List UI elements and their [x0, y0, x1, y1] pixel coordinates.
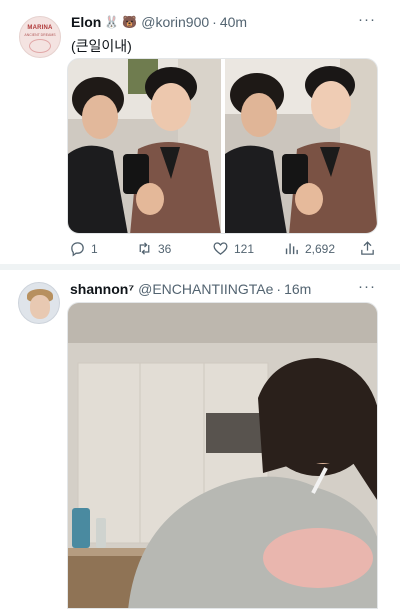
- views-count: 2,692: [305, 241, 336, 256]
- retweet-button[interactable]: 36: [136, 240, 171, 257]
- avatar[interactable]: MARINA ANCIENT DREAMS: [19, 16, 61, 58]
- bear-emoji: 🐻: [122, 15, 138, 29]
- retweet-count: 36: [158, 241, 172, 256]
- display-name[interactable]: Elon: [71, 14, 101, 30]
- timestamp[interactable]: 16m: [284, 281, 311, 297]
- reply-count: 1: [91, 241, 98, 256]
- share-icon: [361, 241, 374, 255]
- separator-dot: ·: [276, 281, 282, 297]
- share-button[interactable]: [359, 240, 376, 257]
- views-button[interactable]: 2,692: [283, 240, 335, 257]
- timestamp[interactable]: 40m: [220, 14, 247, 30]
- like-button[interactable]: 121: [212, 240, 254, 257]
- avatar-sub-text: ANCIENT DREAMS: [24, 33, 56, 37]
- avatar-face: [30, 295, 50, 319]
- more-options-icon[interactable]: ···: [358, 278, 376, 295]
- display-name[interactable]: shannon⁷: [70, 281, 134, 297]
- photo-2[interactable]: [225, 59, 377, 233]
- reply-button[interactable]: 1: [69, 240, 98, 257]
- photo-1[interactable]: [68, 59, 221, 233]
- like-count: 121: [234, 241, 255, 256]
- heart-icon: [213, 242, 228, 255]
- avatar[interactable]: [18, 282, 60, 324]
- tweet-1[interactable]: MARINA ANCIENT DREAMS Elon 🐰 🐻 @korin900…: [0, 0, 400, 265]
- media-grid[interactable]: [67, 58, 378, 234]
- mirror-selfie-image: [68, 59, 221, 233]
- retweet-icon: [139, 242, 150, 255]
- tweet-header: shannon⁷ @ENCHANTIINGTAe · 16m: [70, 281, 311, 297]
- user-handle[interactable]: @korin900: [141, 14, 209, 30]
- avatar-brand-text: MARINA: [27, 25, 53, 31]
- views-chart-icon: [285, 243, 298, 255]
- video-frame-image: [68, 303, 377, 608]
- user-handle[interactable]: @ENCHANTIINGTAe: [138, 281, 273, 297]
- separator-dot: ·: [212, 14, 217, 30]
- tweet-actions: 1 36 121 2,692: [69, 240, 381, 260]
- tweet-text: (큰일이내): [71, 38, 132, 54]
- mirror-selfie-image: [225, 59, 377, 233]
- album-cover-icon: [29, 39, 51, 53]
- rabbit-emoji: 🐰: [104, 15, 120, 29]
- tweet-header: Elon 🐰 🐻 @korin900 · 40m: [71, 14, 247, 30]
- media-video[interactable]: [67, 302, 378, 609]
- more-options-icon[interactable]: ···: [358, 11, 376, 28]
- reply-icon: [71, 242, 84, 257]
